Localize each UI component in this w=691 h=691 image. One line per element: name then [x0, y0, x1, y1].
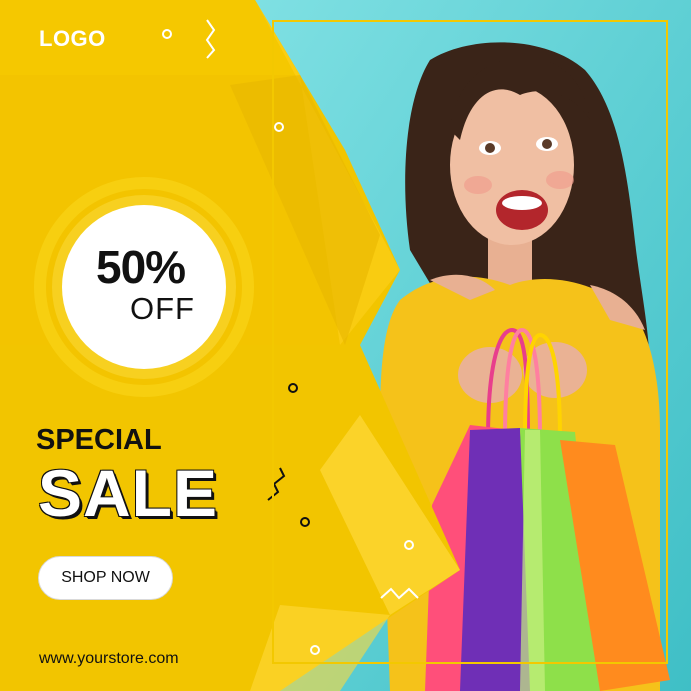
sale-banner: LOGO 50% OFF SPECIAL SALE SHOP NOW www.y…: [0, 0, 691, 691]
discount-percent: 50%: [96, 241, 186, 293]
store-url[interactable]: www.yourstore.com: [39, 650, 179, 668]
headline-special: SPECIAL: [36, 424, 162, 456]
logo: LOGO: [39, 26, 106, 51]
shop-now-button[interactable]: SHOP NOW: [38, 556, 173, 600]
photo-frame: [272, 20, 668, 664]
headline-sale: SALE: [38, 456, 219, 530]
discount-off-label: OFF: [130, 291, 195, 326]
